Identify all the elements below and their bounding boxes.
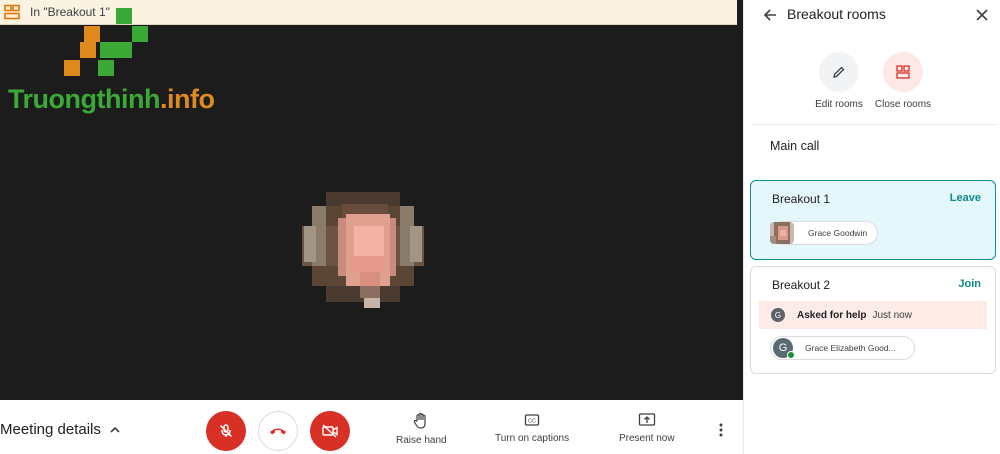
breakout-room-1: Breakout 1 Leave Grace Goodwin [750, 180, 996, 260]
meeting-details-label: Meeting details [0, 421, 101, 438]
raise-hand-button[interactable]: Raise hand [396, 412, 447, 446]
hang-up-icon [270, 428, 286, 435]
panel-header: Breakout rooms [744, 0, 1000, 30]
panel-divider [751, 124, 996, 125]
mic-off-icon [219, 424, 233, 438]
camera-off-button[interactable] [310, 411, 350, 451]
video-stage: In "Breakout 1" Truongthinh.info [0, 0, 743, 400]
camera-off-icon [322, 424, 338, 438]
participant-name: Grace Goodwin [808, 228, 868, 238]
present-icon [638, 413, 655, 426]
pencil-icon [833, 66, 845, 78]
participant-chip: G Grace Elizabeth Good... [770, 336, 915, 360]
close-icon[interactable] [974, 7, 990, 23]
more-options-icon[interactable] [714, 422, 728, 438]
edit-rooms-circle [819, 52, 859, 92]
meeting-details-button[interactable]: Meeting details [0, 421, 121, 438]
mic-off-button[interactable] [206, 411, 246, 451]
close-rooms-circle [883, 52, 923, 92]
close-rooms-label: Close rooms [874, 99, 932, 110]
join-room-button[interactable]: Join [958, 278, 981, 290]
participant-avatar-letter: G [778, 342, 788, 354]
captions-icon: CC [524, 414, 540, 426]
help-request-label: Asked for help [797, 309, 867, 321]
room-name: Breakout 1 [772, 192, 831, 206]
breakout-rooms-panel: Breakout rooms Edit rooms Close rooms Ma… [743, 0, 1000, 454]
main-call-item[interactable]: Main call [770, 139, 819, 153]
participant-avatar: G [773, 338, 795, 359]
edit-rooms-label: Edit rooms [815, 99, 863, 110]
raise-hand-label: Raise hand [396, 435, 447, 446]
breakout-room-2: Breakout 2 Join G Asked for help Just no… [750, 266, 996, 374]
participant-name: Grace Elizabeth Good... [805, 343, 896, 353]
svg-text:CC: CC [528, 419, 536, 425]
watermark-text-suffix: .info [159, 84, 215, 114]
watermark-logo: Truongthinh.info [8, 6, 218, 116]
watermark-text: Truongthinh.info [8, 84, 215, 115]
room-name: Breakout 2 [772, 278, 831, 292]
back-arrow-icon[interactable] [762, 7, 778, 23]
participant-video-tile [302, 186, 424, 308]
panel-title: Breakout rooms [787, 6, 886, 22]
participant-avatar [770, 222, 794, 244]
help-request-time: Just now [872, 309, 912, 321]
participant-chip: Grace Goodwin [770, 221, 878, 245]
help-requester-avatar: G [771, 308, 785, 322]
captions-button[interactable]: CC Turn on captions [495, 412, 569, 444]
captions-label: Turn on captions [495, 433, 570, 444]
hand-icon [414, 412, 426, 429]
help-request-bar: G Asked for help Just now [759, 301, 987, 329]
present-now-button[interactable]: Present now [619, 412, 675, 444]
meet-window: In "Breakout 1" Truongthinh.info Meeting… [0, 0, 1000, 454]
rooms-grid-icon [896, 65, 910, 79]
close-rooms-button[interactable]: Close rooms [858, 52, 948, 110]
leave-room-button[interactable]: Leave [950, 192, 981, 204]
online-status-dot [787, 351, 795, 359]
present-now-label: Present now [619, 433, 675, 444]
watermark-pixel-mark [64, 8, 148, 76]
leave-call-button[interactable] [258, 411, 298, 451]
watermark-text-main: Truongthinh [8, 84, 160, 114]
meeting-toolbar: Meeting details Raise hand CC Turn on ca… [0, 400, 743, 454]
chevron-up-icon [110, 426, 120, 433]
